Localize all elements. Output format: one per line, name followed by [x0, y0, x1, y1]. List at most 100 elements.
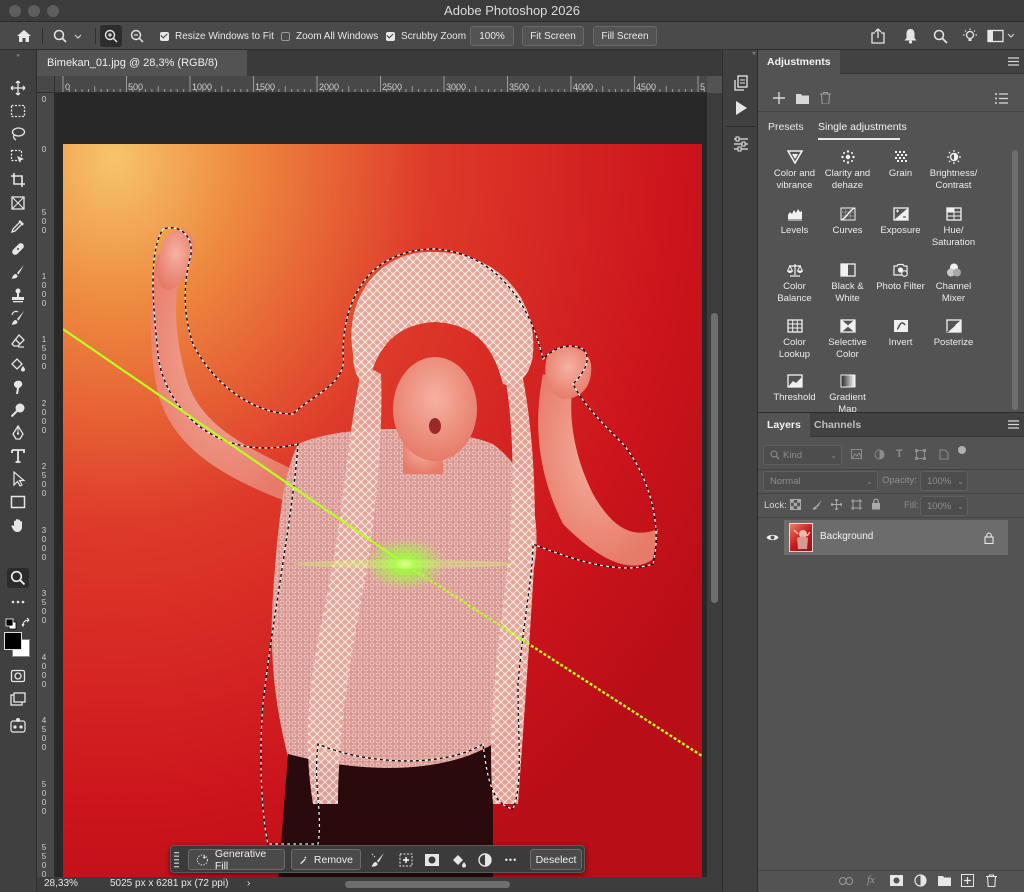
zoom-in-icon[interactable]: [100, 25, 122, 47]
adjustments-scrollbar[interactable]: [1012, 150, 1018, 410]
new-group-icon[interactable]: [938, 875, 951, 886]
path-selection-tool-icon[interactable]: [7, 469, 29, 489]
collapse-panels-icon[interactable]: «: [726, 50, 756, 58]
lock-image-pixels-icon[interactable]: [812, 499, 823, 510]
adjustment-black-white[interactable]: Black & White: [821, 263, 874, 304]
fill-screen-button[interactable]: Fill Screen: [593, 26, 657, 46]
adjustment-channel-mixer[interactable]: Channel Mixer: [927, 263, 980, 304]
lasso-tool-icon[interactable]: [7, 124, 29, 144]
filter-pixel-layers-icon[interactable]: [851, 449, 862, 459]
status-menu-arrow[interactable]: ›: [247, 878, 250, 889]
panel-menu-icon[interactable]: [1008, 420, 1019, 429]
add-preset-icon[interactable]: [773, 92, 785, 104]
horizontal-scrollbar-thumb[interactable]: [345, 881, 510, 888]
document-tab[interactable]: Bimekan_01.jpg @ 28,3% (RGB/8): [37, 50, 247, 76]
scrubby-zoom-checkbox[interactable]: Scrubby Zoom: [386, 22, 466, 50]
adjustment-gradient-map[interactable]: Gradient Map: [821, 374, 874, 412]
adjustment-threshold[interactable]: Threshold: [768, 374, 821, 404]
pen-tool-icon[interactable]: [7, 423, 29, 443]
blend-mode-select[interactable]: Normal ⌄: [763, 471, 878, 491]
notifications-bell-icon[interactable]: [903, 22, 918, 50]
fill-input[interactable]: 100% ⌄: [920, 496, 968, 516]
adjustment-layer-icon[interactable]: [477, 852, 493, 868]
adjustment-color-balance[interactable]: Color Balance: [768, 263, 821, 304]
adjustment-clarity-dehaze[interactable]: Clarity and dehaze: [821, 150, 874, 191]
adjustment-brightness-contrast[interactable]: Brightness/ Contrast: [927, 150, 980, 191]
layer-filter-kind[interactable]: Kind ⌄: [763, 445, 842, 465]
delete-layer-icon[interactable]: [986, 874, 997, 887]
adjustment-curves[interactable]: Curves: [821, 207, 874, 237]
properties-panel-icon[interactable]: [732, 135, 750, 153]
presets-tab[interactable]: Presets: [768, 121, 804, 133]
layers-tab[interactable]: Layers: [758, 413, 810, 437]
adjustment-grain[interactable]: Grain: [874, 150, 927, 180]
lock-position-icon[interactable]: [831, 499, 842, 510]
ruler-origin[interactable]: [37, 76, 55, 93]
adjustment-selective-color[interactable]: Selective Color: [821, 319, 874, 360]
remove-button[interactable]: Remove: [291, 849, 361, 870]
foreground-color-swatch[interactable]: [4, 632, 22, 650]
lock-all-icon[interactable]: [871, 498, 881, 510]
vertical-ruler[interactable]: 0 0 500 1000 1500 2000 2500 3000 3500 40…: [37, 93, 55, 877]
horizontal-ruler[interactable]: 0 500 1000 1500 2000 2500 3000 3500 4000…: [55, 76, 707, 93]
brush-tool-icon[interactable]: [7, 262, 29, 282]
filter-smart-objects-icon[interactable]: [938, 449, 949, 460]
screen-mode-icon[interactable]: [7, 689, 29, 709]
panel-menu-icon[interactable]: [1008, 57, 1019, 66]
adjustment-color-vibrance[interactable]: Color and vibrance: [768, 150, 821, 191]
lock-transparent-pixels-icon[interactable]: [790, 499, 801, 510]
adjustment-photo-filter[interactable]: Photo Filter: [874, 263, 927, 293]
adjustment-levels[interactable]: Levels: [768, 207, 821, 237]
adjustment-posterize[interactable]: Posterize: [927, 319, 980, 349]
resize-windows-checkbox[interactable]: Resize Windows to Fit: [160, 22, 274, 50]
canvas-area[interactable]: [55, 93, 707, 877]
adjustment-exposure[interactable]: Exposure: [874, 207, 927, 237]
opacity-input[interactable]: 100% ⌄: [920, 471, 968, 491]
crop-tool-icon[interactable]: [7, 170, 29, 190]
zoom-all-windows-checkbox[interactable]: Zoom All Windows: [281, 22, 378, 50]
eyedropper-tool-icon[interactable]: [7, 216, 29, 236]
history-panel-icon[interactable]: [732, 74, 750, 92]
more-options-icon[interactable]: •••: [503, 852, 519, 868]
hand-tool-icon[interactable]: [7, 515, 29, 535]
vertical-scrollbar[interactable]: [707, 93, 722, 877]
clone-stamp-tool-icon[interactable]: [7, 285, 29, 305]
rectangle-tool-icon[interactable]: [7, 492, 29, 512]
adjustment-hue-saturation[interactable]: Hue/ Saturation: [927, 207, 980, 248]
generative-fill-button[interactable]: Generative Fill: [188, 848, 285, 872]
frame-tool-icon[interactable]: [7, 193, 29, 213]
adjustments-tab[interactable]: Adjustments: [758, 50, 840, 74]
transform-selection-icon[interactable]: [398, 852, 414, 868]
new-adjustment-layer-icon[interactable]: [914, 874, 927, 887]
zoom-tool-preset-picker[interactable]: [53, 22, 81, 50]
filter-type-layers-icon[interactable]: T: [896, 448, 903, 460]
spot-healing-tool-icon[interactable]: [7, 239, 29, 259]
smudge-tool-icon[interactable]: [7, 377, 29, 397]
marquee-tool-icon[interactable]: [7, 101, 29, 121]
deselect-button[interactable]: Deselect: [530, 849, 582, 870]
object-selection-tool-icon[interactable]: [7, 147, 29, 167]
fit-screen-button[interactable]: Fit Screen: [522, 26, 584, 46]
new-group-folder-icon[interactable]: [796, 93, 809, 104]
fill-selection-icon[interactable]: [451, 852, 467, 868]
adjustment-invert[interactable]: Invert: [874, 319, 927, 349]
scrollbar-thumb[interactable]: [711, 313, 718, 603]
actions-play-icon[interactable]: [733, 100, 749, 116]
layer-style-fx-icon[interactable]: fx: [867, 874, 875, 886]
zoom-out-icon[interactable]: [130, 22, 144, 50]
filter-toggle-icon[interactable]: [958, 446, 966, 454]
document-image[interactable]: [63, 144, 702, 877]
dodge-tool-icon[interactable]: [7, 400, 29, 420]
create-mask-icon[interactable]: [424, 852, 440, 868]
layer-locked-icon[interactable]: [984, 532, 994, 544]
home-icon[interactable]: [16, 22, 32, 50]
default-colors-icon[interactable]: [5, 618, 17, 630]
zoom-100-button[interactable]: 100%: [470, 26, 514, 46]
delete-trash-icon[interactable]: [820, 92, 831, 104]
drag-handle-icon[interactable]: [174, 851, 179, 868]
edit-toolbar-icon[interactable]: [7, 715, 29, 735]
type-tool-icon[interactable]: [7, 446, 29, 466]
discover-lightbulb-icon[interactable]: [961, 22, 979, 50]
layer-visibility-eye-icon[interactable]: [766, 533, 779, 542]
search-icon[interactable]: [933, 22, 948, 50]
